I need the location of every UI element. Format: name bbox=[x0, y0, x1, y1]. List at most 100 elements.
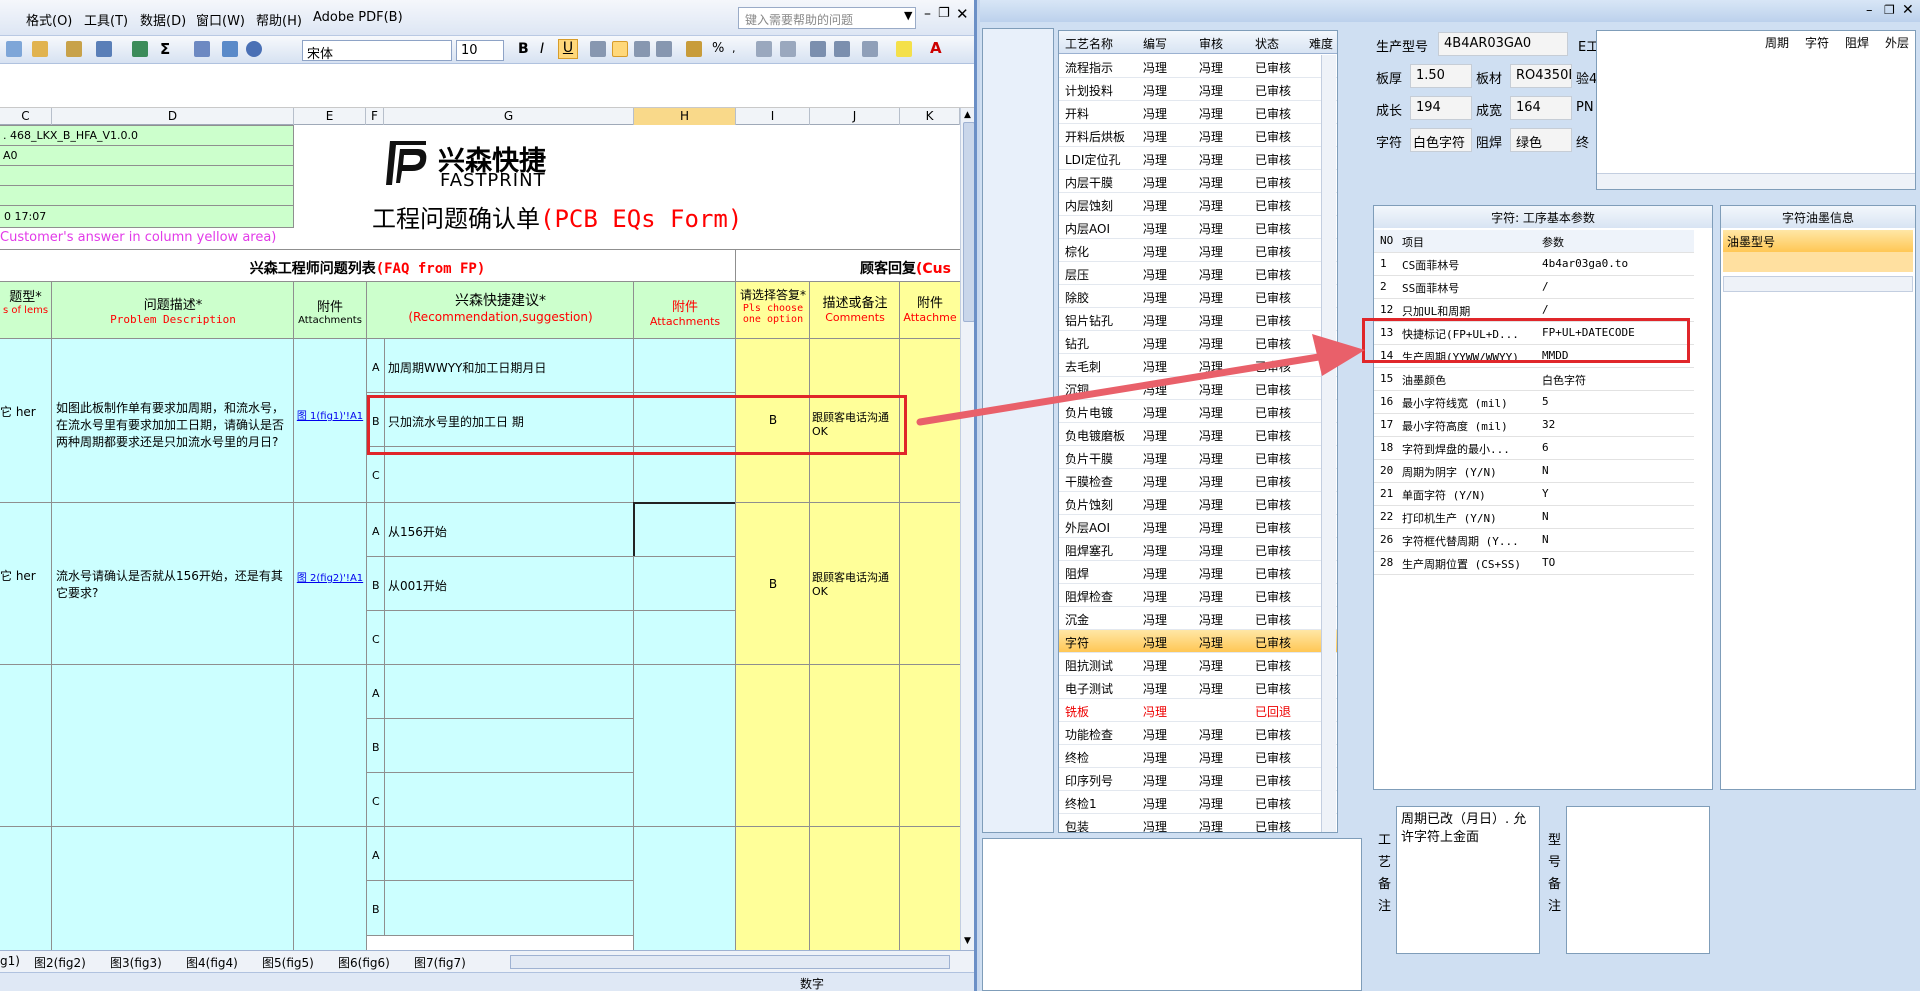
process-row[interactable]: 层压 冯理 冯理 已审核 bbox=[1059, 262, 1337, 285]
mini-col-char[interactable]: 字符 bbox=[1805, 34, 1829, 51]
prod-model-field[interactable]: 4B4AR03GA0 bbox=[1438, 32, 1568, 56]
process-row[interactable]: 阻焊检查 冯理 冯理 已审核 bbox=[1059, 584, 1337, 607]
thickness-field[interactable]: 1.50 bbox=[1410, 64, 1472, 88]
param-row[interactable]: 28 生产周期位置 (CS+SS) TO bbox=[1374, 552, 1694, 575]
ink-model-header[interactable]: 油墨型号 bbox=[1723, 230, 1913, 252]
process-list-scrollbar[interactable] bbox=[1321, 55, 1336, 832]
param-row[interactable]: 18 字符到焊盘的最小... 6 bbox=[1374, 437, 1694, 460]
menu-help[interactable]: 帮助(H) bbox=[256, 10, 302, 29]
mini-table-hscroll[interactable] bbox=[1597, 173, 1915, 189]
q2-attach2[interactable] bbox=[633, 610, 737, 666]
q2-attachment-link[interactable]: 图 2(fig2)'!A1 bbox=[293, 502, 367, 666]
param-row[interactable]: 16 最小字符线宽 (mil) 5 bbox=[1374, 391, 1694, 414]
blank-info-cell[interactable] bbox=[0, 185, 294, 206]
sheet-tab[interactable]: 图4(fig4) bbox=[186, 954, 238, 971]
doc-code-cell[interactable]: . 468_LKX_B_HFA_V1.0.0 bbox=[0, 125, 294, 146]
blank-info-cell[interactable] bbox=[0, 165, 294, 186]
q4-option-b[interactable] bbox=[384, 880, 635, 936]
col-header-c[interactable]: C bbox=[0, 108, 52, 125]
mini-col-solder[interactable]: 阻焊 bbox=[1845, 34, 1869, 51]
horizontal-scrollbar[interactable] bbox=[510, 955, 950, 969]
q2-comment[interactable]: 跟顾客电话沟通OK bbox=[809, 502, 901, 666]
sheet-tab[interactable]: 图2(fig2) bbox=[34, 954, 86, 971]
process-row[interactable]: 干膜检查 冯理 冯理 已审核 bbox=[1059, 469, 1337, 492]
col-value[interactable]: 参数 bbox=[1542, 234, 1564, 250]
q2-description[interactable]: 流水号请确认是否就从156开始，还是有其它要求? bbox=[51, 502, 295, 666]
material-field[interactable]: RO4350B bbox=[1510, 64, 1572, 88]
align-right-icon[interactable] bbox=[634, 41, 650, 57]
sort-icon[interactable] bbox=[194, 41, 210, 57]
q3-attach3[interactable] bbox=[899, 664, 960, 828]
sheet-tab[interactable]: 图7(fig7) bbox=[414, 954, 466, 971]
process-row[interactable]: 铝片钻孔 冯理 冯理 已审核 bbox=[1059, 308, 1337, 331]
format-painter-icon[interactable] bbox=[66, 41, 82, 57]
indent-icon[interactable] bbox=[810, 41, 826, 57]
q3-option-a[interactable] bbox=[384, 664, 635, 720]
process-row[interactable]: 棕化 冯理 冯理 已审核 bbox=[1059, 239, 1337, 262]
col-author[interactable]: 编写 bbox=[1143, 35, 1167, 52]
mini-col-outer[interactable]: 外层 bbox=[1885, 34, 1909, 51]
process-row[interactable]: 电子测试 冯理 冯理 已审核 bbox=[1059, 676, 1337, 699]
param-row[interactable]: 21 单面字符 (Y/N) Y bbox=[1374, 483, 1694, 506]
process-row[interactable]: 印序列号 冯理 冯理 已审核 bbox=[1059, 768, 1337, 791]
process-row[interactable]: 开料 冯理 冯理 已审核 bbox=[1059, 101, 1337, 124]
increase-decimal-icon[interactable] bbox=[756, 41, 772, 57]
col-header-k[interactable]: K bbox=[900, 108, 960, 125]
sheet-tab[interactable]: g1) bbox=[0, 954, 20, 968]
param-row[interactable]: 20 周期为阴字 (Y/N) N bbox=[1374, 460, 1694, 483]
q2-attach2[interactable] bbox=[633, 556, 737, 612]
col-difficulty[interactable]: 难度 bbox=[1309, 35, 1333, 52]
align-left-icon[interactable] bbox=[590, 41, 606, 57]
q1-type-cell[interactable]: 它 her bbox=[0, 338, 52, 504]
process-row[interactable]: 负片干膜 冯理 冯理 已审核 bbox=[1059, 446, 1337, 469]
outdent-icon[interactable] bbox=[834, 41, 850, 57]
ink-model-row[interactable] bbox=[1723, 252, 1913, 272]
q3-option-b[interactable] bbox=[384, 718, 635, 774]
sheet-tab[interactable]: 图3(fig3) bbox=[110, 954, 162, 971]
q4-attach3[interactable] bbox=[899, 826, 960, 950]
char-field[interactable]: 白色字符 bbox=[1410, 128, 1472, 152]
mini-col-cycle[interactable]: 周期 bbox=[1765, 34, 1789, 51]
col-header-d[interactable]: D bbox=[52, 108, 294, 125]
bold-icon[interactable]: B bbox=[518, 41, 529, 57]
q4-attachment[interactable] bbox=[293, 826, 367, 950]
q1-attach2[interactable] bbox=[633, 338, 737, 394]
process-row[interactable]: 阻焊塞孔 冯理 冯理 已审核 bbox=[1059, 538, 1337, 561]
process-row[interactable]: 终检 冯理 冯理 已审核 bbox=[1059, 745, 1337, 768]
col-item[interactable]: 项目 bbox=[1402, 234, 1424, 250]
process-row[interactable]: 包装 冯理 冯理 已审核 bbox=[1059, 814, 1337, 832]
minimize-icon[interactable]: – bbox=[924, 6, 931, 22]
col-header-h[interactable]: H bbox=[634, 108, 736, 125]
q4-description[interactable] bbox=[51, 826, 295, 950]
q3-attachment[interactable] bbox=[293, 664, 367, 828]
version-cell[interactable]: A0 bbox=[0, 145, 294, 166]
font-size-select[interactable]: 10 bbox=[456, 40, 504, 61]
col-reviewer[interactable]: 审核 bbox=[1199, 35, 1223, 52]
q2-attach3[interactable] bbox=[899, 502, 960, 666]
chevron-down-icon[interactable]: ▼ bbox=[904, 9, 912, 22]
currency-icon[interactable] bbox=[686, 41, 702, 57]
process-row[interactable]: 阻抗测试 冯理 冯理 已审核 bbox=[1059, 653, 1337, 676]
selected-cell[interactable] bbox=[633, 502, 737, 558]
close-icon[interactable]: ✕ bbox=[1902, 2, 1914, 18]
menu-adobe-pdf[interactable]: Adobe PDF(B) bbox=[313, 10, 403, 25]
col-header-j[interactable]: J bbox=[810, 108, 900, 125]
process-row[interactable]: 阻焊 冯理 冯理 已审核 bbox=[1059, 561, 1337, 584]
process-row[interactable]: 功能检查 冯理 冯理 已审核 bbox=[1059, 722, 1337, 745]
width-field[interactable]: 164 bbox=[1510, 96, 1572, 120]
help-search-input[interactable]: 键入需要帮助的问题 bbox=[738, 7, 916, 29]
comma-icon[interactable]: , bbox=[732, 42, 736, 55]
paste-icon[interactable] bbox=[32, 41, 48, 57]
col-no[interactable]: NO bbox=[1380, 234, 1393, 247]
process-row[interactable]: 终检1 冯理 冯理 已审核 bbox=[1059, 791, 1337, 814]
process-row[interactable]: 字符 冯理 冯理 已审核 bbox=[1059, 630, 1337, 653]
q3-attach2[interactable] bbox=[633, 664, 737, 828]
help-icon[interactable] bbox=[246, 41, 262, 57]
process-row[interactable]: 内层AOI 冯理 冯理 已审核 bbox=[1059, 216, 1337, 239]
menu-window[interactable]: 窗口(W) bbox=[196, 10, 245, 29]
scroll-down-icon[interactable]: ▼ bbox=[964, 936, 971, 946]
align-center-icon[interactable] bbox=[612, 41, 628, 57]
craft-remark-field[interactable]: 周期已改（月日）. 允许字符上金面 bbox=[1396, 806, 1540, 954]
formula-bar[interactable] bbox=[0, 64, 974, 108]
borders-icon[interactable] bbox=[862, 41, 878, 57]
